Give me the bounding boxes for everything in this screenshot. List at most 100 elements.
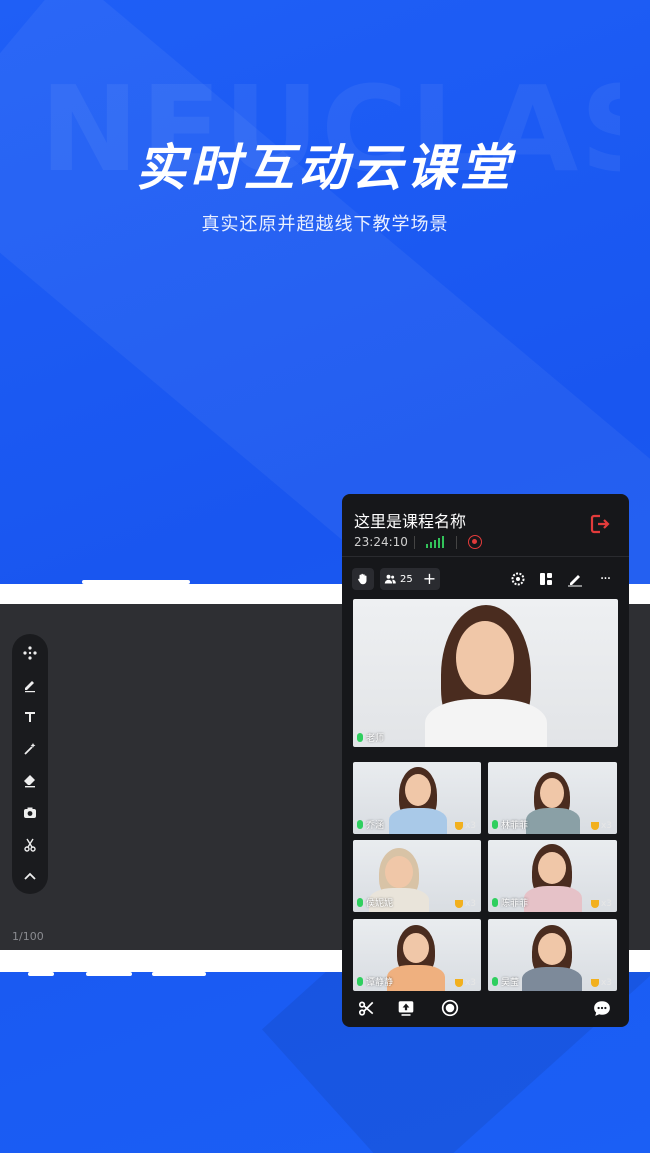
mic-icon xyxy=(357,820,363,829)
camera-icon[interactable] xyxy=(16,800,44,826)
participant-label: 老师 xyxy=(357,731,384,744)
trophy-icon xyxy=(590,822,599,830)
person-shirt xyxy=(522,967,582,991)
award-count: x3 xyxy=(590,899,612,909)
participant-label: 林菲菲 xyxy=(492,818,528,831)
participant-label: 侯妮妮 xyxy=(357,896,393,909)
person-face xyxy=(540,778,564,808)
student-video[interactable]: 乔涵 x3 xyxy=(353,762,481,834)
users-icon xyxy=(384,574,396,584)
participants-button[interactable]: 25 + xyxy=(380,568,440,590)
chat-icon[interactable] xyxy=(592,998,612,1018)
add-icon[interactable]: + xyxy=(423,571,436,587)
classroom-toolbar: 25 + ··· xyxy=(352,568,619,590)
participants-count: 25 xyxy=(400,573,413,585)
award-value: x3 xyxy=(464,899,476,909)
award-count: x3 xyxy=(454,899,476,909)
participant-name: 吴莹 xyxy=(501,978,520,988)
person-shirt xyxy=(526,808,580,834)
award-count: x3 xyxy=(590,821,612,831)
teacher-video[interactable]: 老师 xyxy=(353,599,618,747)
person-shirt xyxy=(387,965,445,991)
text-icon[interactable] xyxy=(16,704,44,730)
raise-hand-button[interactable] xyxy=(352,568,374,590)
device-button xyxy=(28,972,54,976)
classroom-panel: 这里是课程名称 23:24:10 25 + ··· 老师 乔涵 x3 林菲菲 x… xyxy=(342,494,629,1027)
person-face xyxy=(403,933,429,963)
mic-icon xyxy=(492,898,498,907)
participant-name: 乔涵 xyxy=(366,821,385,831)
course-name: 这里是课程名称 xyxy=(354,512,467,531)
award-count: x3 xyxy=(590,978,612,988)
hand-icon xyxy=(358,573,367,585)
participant-name: 陈菲菲 xyxy=(501,899,529,909)
signal-icon xyxy=(426,536,444,548)
award-count: x3 xyxy=(454,978,476,988)
screen-share-icon[interactable] xyxy=(396,998,416,1018)
settings-icon[interactable] xyxy=(509,570,527,588)
promo-headline: 实时互动云课堂 xyxy=(136,139,514,197)
participant-label: 吴莹 xyxy=(492,975,519,988)
divider xyxy=(342,556,629,557)
mic-icon xyxy=(357,898,363,907)
person-shirt xyxy=(389,808,447,834)
scissors-icon[interactable] xyxy=(16,832,44,858)
scissors-icon[interactable] xyxy=(356,998,376,1018)
page-indicator: 1/100 xyxy=(12,930,44,943)
record-icon[interactable] xyxy=(468,535,482,549)
person-shirt xyxy=(425,699,547,747)
mic-icon xyxy=(357,977,363,986)
device-button xyxy=(152,972,206,976)
more-icon[interactable]: ··· xyxy=(596,570,614,588)
student-video[interactable]: 林菲菲 x3 xyxy=(488,762,617,834)
sign-icon[interactable] xyxy=(566,570,584,588)
participant-name: 侯妮妮 xyxy=(366,899,394,909)
award-value: x3 xyxy=(600,899,612,909)
device-button xyxy=(86,972,132,976)
award-value: x3 xyxy=(600,978,612,988)
trophy-icon xyxy=(454,979,463,987)
mic-icon xyxy=(357,733,363,742)
mic-icon xyxy=(492,977,498,986)
promo-subheadline: 真实还原并超越线下教学场景 xyxy=(201,214,449,235)
person-face xyxy=(456,621,514,695)
award-value: x3 xyxy=(600,821,612,831)
participant-label: 陈菲菲 xyxy=(492,896,528,909)
layout-icon[interactable] xyxy=(537,570,555,588)
participant-name: 老师 xyxy=(366,734,385,744)
magic-wand-icon[interactable] xyxy=(16,736,44,762)
award-count: x3 xyxy=(454,821,476,831)
pen-icon[interactable] xyxy=(16,672,44,698)
whiteboard-toolbar xyxy=(12,634,48,894)
student-video[interactable]: 谭静静 x3 xyxy=(353,919,481,991)
student-video[interactable]: 陈菲菲 x3 xyxy=(488,840,617,912)
classroom-bottom-bar xyxy=(342,996,629,1022)
person-shirt xyxy=(524,886,582,912)
divider xyxy=(456,536,457,549)
person-face xyxy=(538,852,566,884)
student-video[interactable]: 吴莹 x3 xyxy=(488,919,617,991)
eraser-icon[interactable] xyxy=(16,768,44,794)
participant-label: 乔涵 xyxy=(357,818,384,831)
participant-name: 林菲菲 xyxy=(501,821,529,831)
person-face xyxy=(538,933,566,965)
record-button-icon[interactable] xyxy=(440,998,460,1018)
trophy-icon xyxy=(454,822,463,830)
divider xyxy=(414,536,415,549)
device-button xyxy=(82,580,190,584)
elapsed-time: 23:24:10 xyxy=(354,535,408,549)
exit-icon[interactable] xyxy=(588,512,612,536)
mic-icon xyxy=(492,820,498,829)
trophy-icon xyxy=(590,900,599,908)
student-video[interactable]: 侯妮妮 x3 xyxy=(353,840,481,912)
person-face xyxy=(405,774,431,806)
trophy-icon xyxy=(454,900,463,908)
award-value: x3 xyxy=(464,978,476,988)
trophy-icon xyxy=(590,979,599,987)
award-value: x3 xyxy=(464,821,476,831)
participant-name: 谭静静 xyxy=(366,978,394,988)
participant-label: 谭静静 xyxy=(357,975,393,988)
person-face xyxy=(385,856,413,888)
move-icon[interactable] xyxy=(16,640,44,666)
chevron-up-icon[interactable] xyxy=(16,864,44,890)
